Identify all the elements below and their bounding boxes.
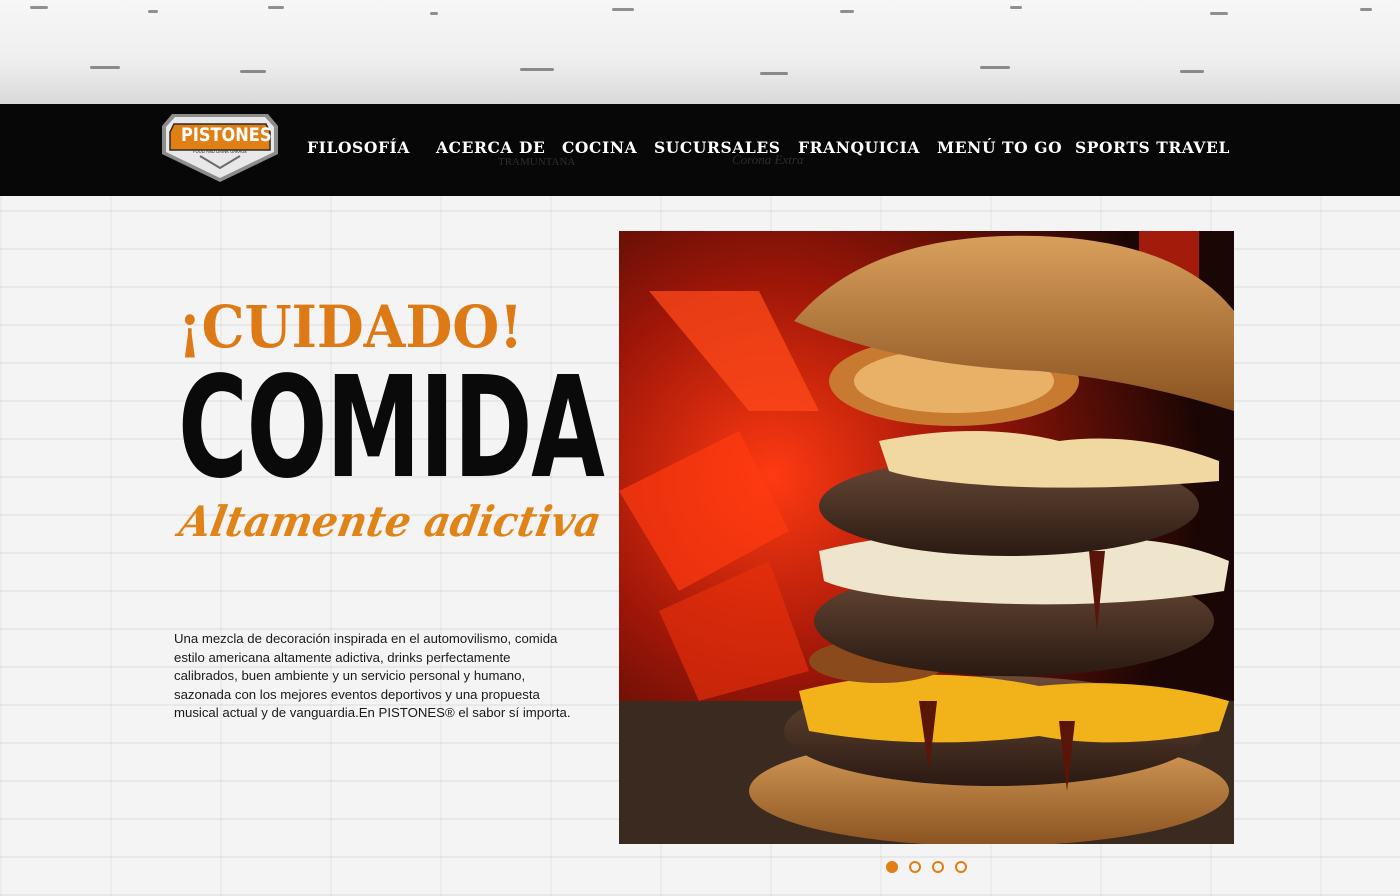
nav-item-franquicia[interactable]: FRANQUICIA xyxy=(798,138,920,158)
slider-dot-4[interactable] xyxy=(955,861,967,873)
hero-script-tagline: Altamente adictiva xyxy=(175,497,605,546)
slider-dot-1[interactable] xyxy=(886,861,898,873)
pistones-logo-graphic xyxy=(162,114,278,182)
nav-item-sucursales[interactable]: SUCURSALES xyxy=(654,138,781,158)
nav-item-cocina[interactable]: COCINA xyxy=(562,138,637,158)
pistones-logo[interactable]: PISTONES FOOD AND DRINK GARAGE xyxy=(160,110,280,184)
hero-headline: COMIDA xyxy=(178,347,605,510)
slider-dot-3[interactable] xyxy=(932,861,944,873)
hero-description: Una mezcla de decoración inspirada en el… xyxy=(174,631,571,721)
nav-item-filosofia[interactable]: FILOSOFÍA xyxy=(307,138,410,158)
nav-item-sports-travel[interactable]: SPORTS TRAVEL xyxy=(1075,138,1230,158)
nav-item-menu-to-go[interactable]: MENÚ TO GO xyxy=(937,138,1062,158)
slider-dot-2[interactable] xyxy=(909,861,921,873)
burger-photo xyxy=(619,231,1234,844)
nav-item-acerca-de[interactable]: ACERCA DE xyxy=(436,138,545,158)
logo-tagline: FOOD AND DRINK GARAGE xyxy=(193,149,247,154)
top-banner xyxy=(0,0,1400,104)
burger-illustration xyxy=(619,231,1234,844)
logo-wordmark: PISTONES xyxy=(181,124,272,146)
